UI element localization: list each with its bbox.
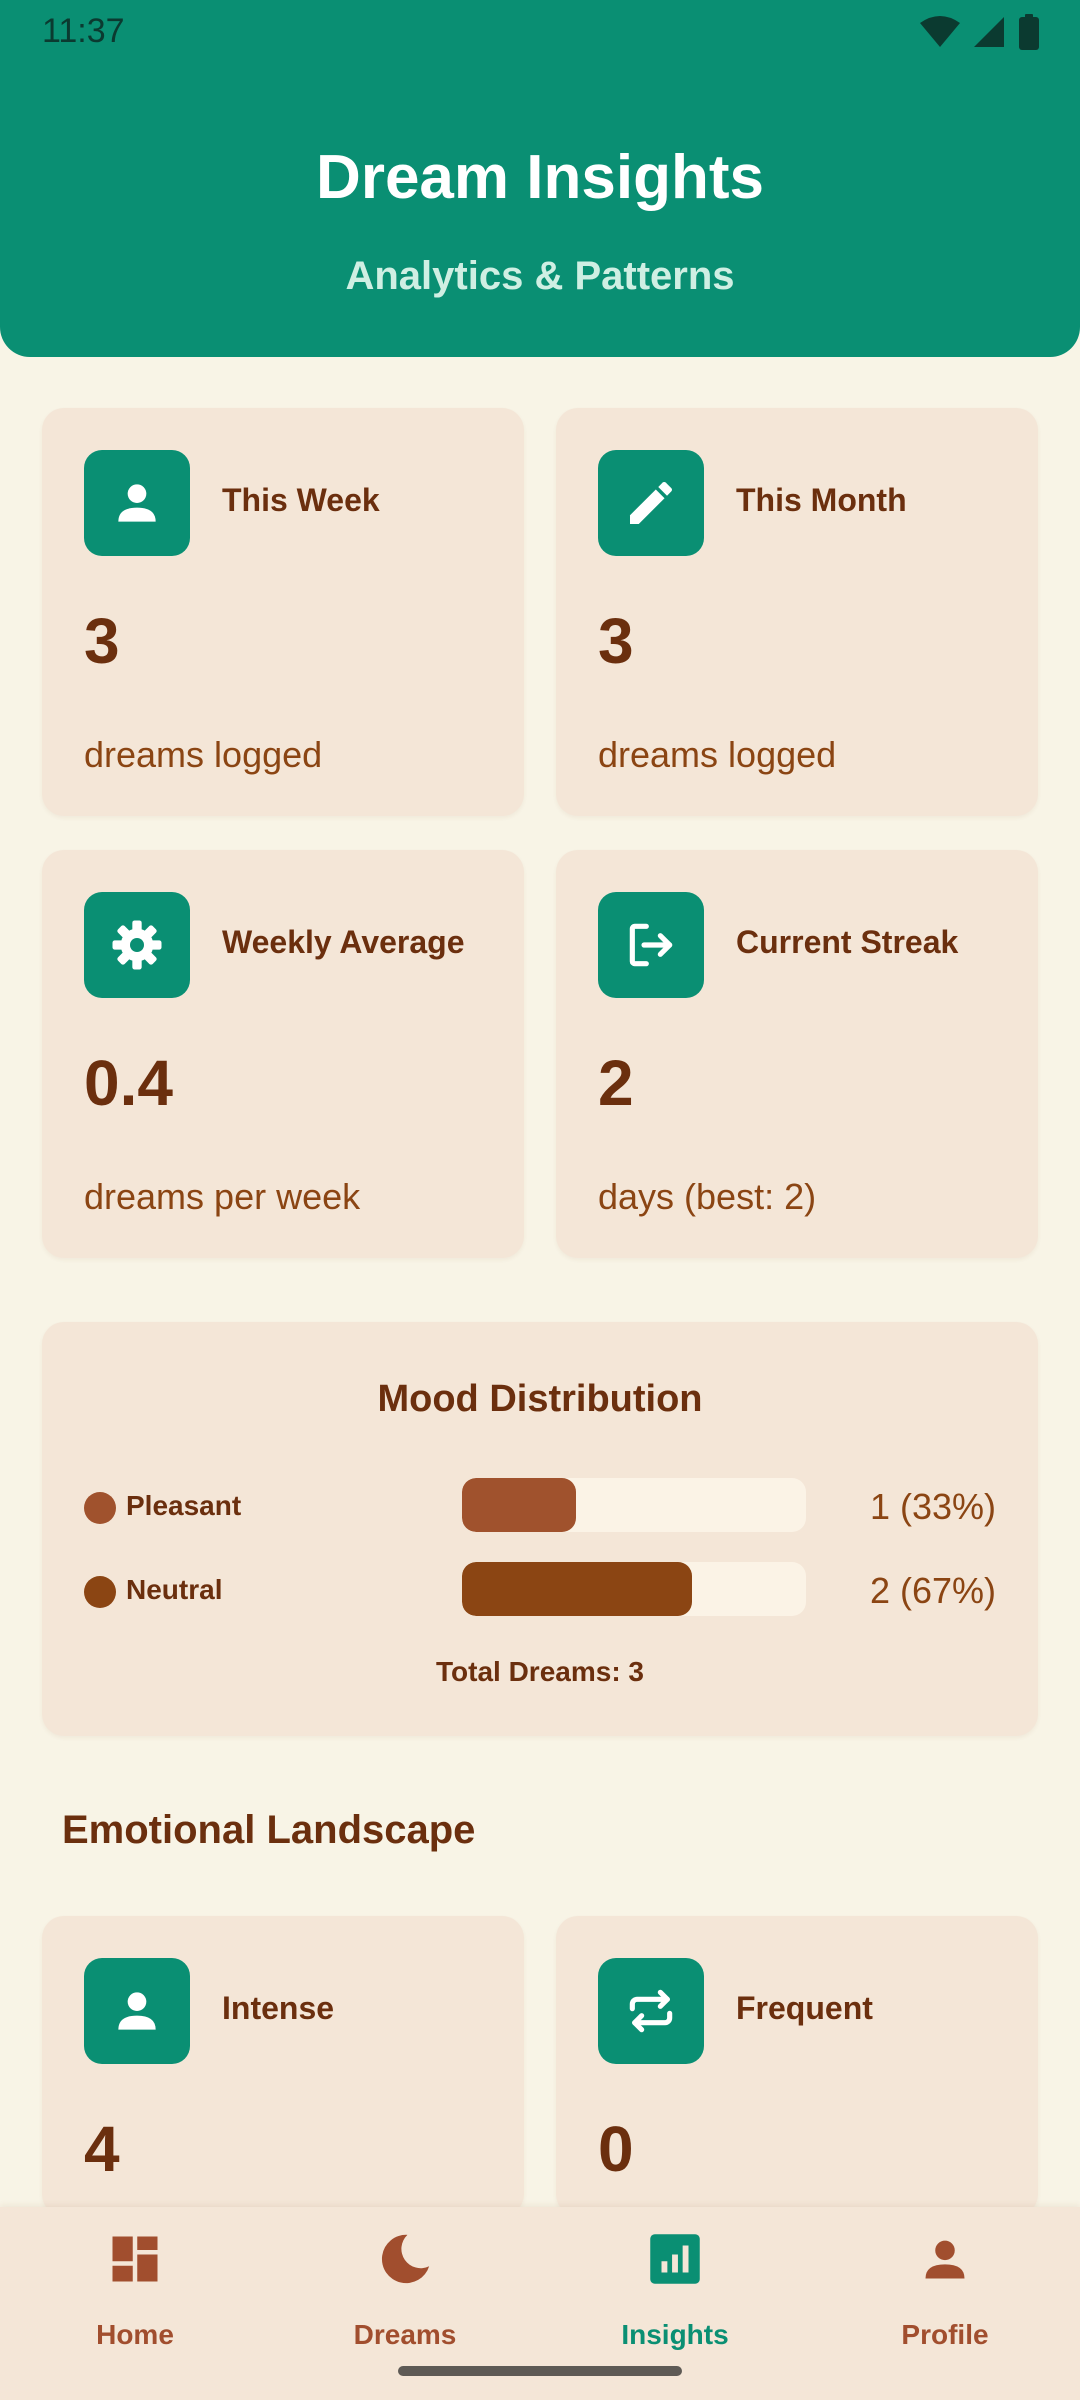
person-icon xyxy=(84,1958,190,2064)
nav-item-home[interactable]: Home xyxy=(0,2207,270,2400)
mood-title: Mood Distribution xyxy=(377,1378,703,1420)
wifi-icon xyxy=(920,16,960,47)
nav-label: Home xyxy=(96,2319,174,2350)
emotion-label: Intense xyxy=(222,1990,335,2026)
stat-sub: dreams logged xyxy=(598,734,837,775)
stat-label: This Month xyxy=(736,482,907,518)
emotion-label: Frequent xyxy=(736,1990,873,2026)
nav-label: Dreams xyxy=(353,2319,457,2350)
stat-card-this-week: This Week 3 dreams logged xyxy=(42,408,524,816)
stat-sub: dreams per week xyxy=(84,1176,361,1217)
dashboard-icon xyxy=(105,2229,165,2289)
mood-row-pleasant: Pleasant 1 (33%) xyxy=(84,1478,996,1534)
emotion-value: 0 xyxy=(598,2113,634,2185)
moon-icon xyxy=(375,2229,435,2289)
stat-value: 0.4 xyxy=(84,1047,173,1119)
stat-value: 3 xyxy=(598,605,634,677)
header: 11:37 Dream Insights Analytics & Pattern… xyxy=(0,0,1080,357)
gear-icon xyxy=(84,892,190,998)
stat-label: This Week xyxy=(222,482,380,518)
mood-bar-track xyxy=(462,1478,806,1532)
exit-icon xyxy=(598,892,704,998)
page-title: Dream Insights xyxy=(316,143,764,212)
emotion-value: 4 xyxy=(84,2113,120,2185)
repeat-icon xyxy=(598,1958,704,2064)
mood-distribution-card: Mood Distribution Pleasant 1 (33%) Neutr… xyxy=(42,1322,1038,1736)
stat-card-current-streak: Current Streak 2 days (best: 2) xyxy=(556,850,1038,1258)
mood-total: Total Dreams: 3 xyxy=(436,1656,644,1687)
mood-row-neutral: Neutral 2 (67%) xyxy=(84,1562,996,1618)
section-title-emotional-landscape: Emotional Landscape xyxy=(62,1808,476,1852)
nav-item-profile[interactable]: Profile xyxy=(810,2207,1080,2400)
emotion-card-frequent: Frequent 0 xyxy=(556,1916,1038,2216)
emotion-card-intense: Intense 4 xyxy=(42,1916,524,2216)
mood-dot xyxy=(84,1576,116,1608)
mood-name: Pleasant xyxy=(126,1490,242,1521)
status-time: 11:37 xyxy=(42,12,125,50)
stat-card-this-month: This Month 3 dreams logged xyxy=(556,408,1038,816)
stat-card-weekly-average: Weekly Average 0.4 dreams per week xyxy=(42,850,524,1258)
pencil-icon xyxy=(598,450,704,556)
status-icons xyxy=(920,14,1040,50)
stat-label: Current Streak xyxy=(736,924,959,960)
stat-sub: days (best: 2) xyxy=(598,1176,817,1217)
person-icon xyxy=(84,450,190,556)
page-subtitle: Analytics & Patterns xyxy=(345,254,735,298)
mood-bar-fill xyxy=(462,1478,576,1532)
nav-label: Profile xyxy=(901,2319,989,2350)
home-indicator[interactable] xyxy=(398,2366,682,2376)
stat-value: 2 xyxy=(598,1047,634,1119)
mood-bar-track xyxy=(462,1562,806,1616)
nav-label: Insights xyxy=(621,2319,729,2350)
profile-icon xyxy=(915,2229,975,2289)
insights-icon xyxy=(645,2229,705,2289)
stat-sub: dreams logged xyxy=(84,734,323,775)
battery-icon xyxy=(1019,14,1039,50)
mood-bar-fill xyxy=(462,1562,693,1616)
mood-count: 2 (67%) xyxy=(869,1570,996,1611)
mood-count: 1 (33%) xyxy=(869,1486,996,1527)
mood-dot xyxy=(84,1492,116,1524)
signal-icon xyxy=(974,17,1004,47)
stat-value: 3 xyxy=(84,605,120,677)
mood-name: Neutral xyxy=(126,1574,223,1605)
stat-label: Weekly Average xyxy=(222,924,465,960)
